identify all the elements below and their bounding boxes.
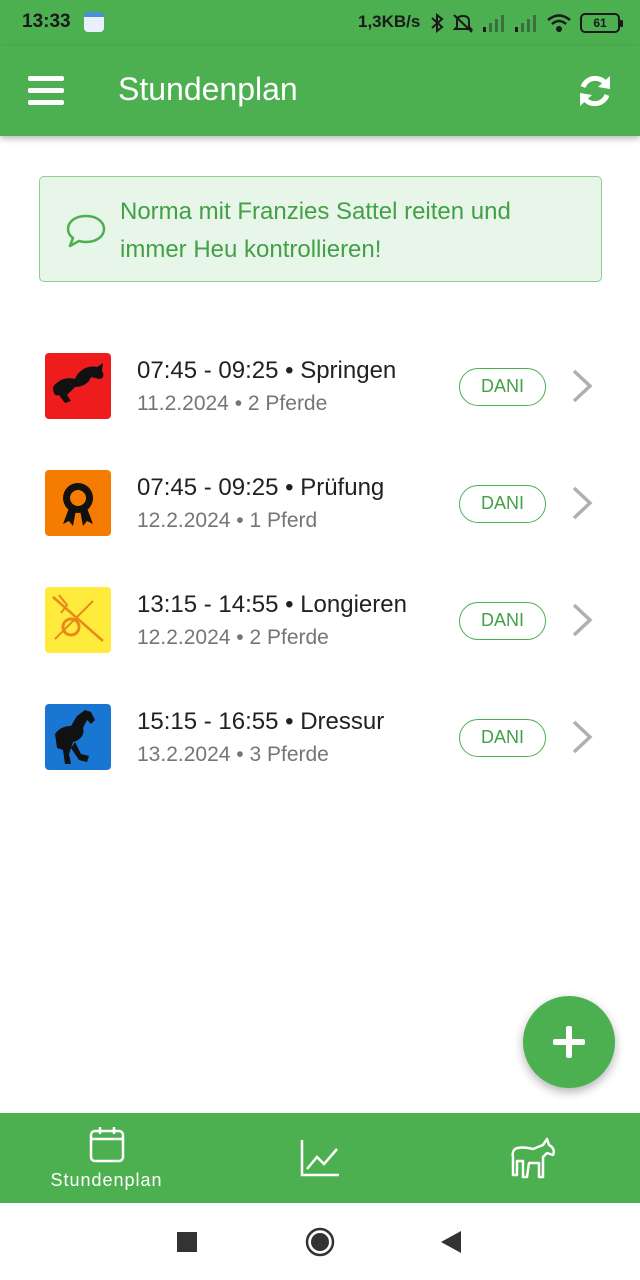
battery-icon: 61	[580, 13, 623, 33]
lesson-horses: 1 Pferd	[249, 509, 318, 532]
lesson-date: 11.2.2024	[137, 392, 229, 415]
app-bar: Stundenplan	[0, 46, 640, 136]
refresh-icon[interactable]	[576, 72, 614, 110]
lesson-discipline: Prüfung	[300, 474, 385, 501]
chat-bubble-icon	[66, 214, 106, 248]
lesson-discipline: Springen	[300, 357, 397, 384]
chevron-right-icon	[572, 603, 593, 637]
separator: •	[278, 474, 301, 501]
trainer-chip[interactable]: DANI	[459, 719, 546, 757]
signal-icon	[515, 15, 536, 32]
nav-horses[interactable]	[426, 1113, 639, 1203]
lesson-subtitle: 12.2.2024 • 2 Pferde	[137, 626, 329, 650]
lesson-date: 12.2.2024	[137, 509, 231, 532]
wifi-icon	[547, 14, 571, 32]
lesson-subtitle: 11.2.2024 • 2 Pferde	[137, 392, 327, 416]
lesson-subtitle: 13.2.2024 • 3 Pferde	[137, 743, 329, 767]
calendar-icon	[89, 1127, 124, 1163]
separator: •	[278, 708, 301, 735]
bottom-navigation: Stundenplan	[0, 1113, 640, 1203]
lesson-discipline: Dressur	[300, 708, 385, 735]
bluetooth-icon	[431, 13, 444, 33]
trainer-chip[interactable]: DANI	[459, 602, 546, 640]
separator: •	[230, 509, 250, 532]
chevron-right-icon	[572, 369, 593, 403]
jumping-horse-icon	[45, 353, 111, 419]
trainer-chip[interactable]: DANI	[459, 368, 546, 406]
lesson-horses: 2 Pferde	[247, 392, 328, 415]
page-title: Stundenplan	[118, 71, 298, 107]
lesson-discipline: Longieren	[300, 591, 407, 618]
dressage-horse-icon	[45, 704, 111, 770]
home-circle-icon[interactable]	[305, 1227, 335, 1257]
lesson-row[interactable]: 07:45 - 09:25 • Prüfung 12.2.2024 • 1 Pf…	[0, 447, 640, 564]
separator: •	[230, 626, 250, 649]
lesson-time: 07:45 - 09:25	[137, 357, 279, 384]
lesson-row[interactable]: 15:15 - 16:55 • Dressur 13.2.2024 • 3 Pf…	[0, 681, 640, 798]
lesson-title: 07:45 - 09:25 • Springen	[137, 357, 396, 385]
system-navigation	[0, 1203, 640, 1280]
status-icons: 61	[430, 10, 623, 36]
lesson-date: 12.2.2024	[137, 626, 231, 649]
plus-icon	[553, 1026, 585, 1058]
status-time: 13:33	[22, 11, 71, 32]
lesson-date: 13.2.2024	[137, 743, 231, 766]
rosette-icon	[45, 470, 111, 536]
mute-icon	[452, 14, 474, 33]
separator: •	[228, 392, 248, 415]
lesson-row[interactable]: 13:15 - 14:55 • Longieren 12.2.2024 • 2 …	[0, 564, 640, 681]
lesson-horses: 2 Pferde	[249, 626, 329, 649]
separator: •	[278, 591, 301, 618]
recents-square-icon[interactable]	[177, 1232, 197, 1252]
signal-icon	[483, 15, 504, 32]
lesson-time: 07:45 - 09:25	[137, 474, 279, 501]
lesson-list: 07:45 - 09:25 • Springen 11.2.2024 • 2 P…	[0, 330, 640, 798]
lesson-row[interactable]: 07:45 - 09:25 • Springen 11.2.2024 • 2 P…	[0, 330, 640, 447]
add-lesson-button[interactable]	[523, 996, 615, 1088]
lesson-subtitle: 12.2.2024 • 1 Pferd	[137, 509, 317, 533]
chevron-right-icon	[572, 486, 593, 520]
notice-text: Norma mit Franzies Sattel reiten und imm…	[120, 198, 511, 263]
calendar-icon	[84, 12, 104, 32]
lesson-title: 13:15 - 14:55 • Longieren	[137, 591, 407, 619]
lesson-time: 15:15 - 16:55	[137, 708, 279, 735]
menu-icon[interactable]	[28, 76, 64, 106]
nav-statistics[interactable]	[213, 1113, 426, 1203]
back-triangle-icon[interactable]	[441, 1231, 461, 1253]
nav-stundenplan[interactable]: Stundenplan	[0, 1113, 213, 1203]
status-bar: 13:33 1,3KB/s 61	[0, 0, 640, 46]
separator: •	[230, 743, 250, 766]
nav-label: Stundenplan	[50, 1170, 163, 1190]
horse-icon	[510, 1137, 555, 1179]
network-speed: 1,3KB/s	[358, 12, 421, 31]
notice-banner: Norma mit Franzies Sattel reiten und imm…	[39, 176, 602, 282]
trainer-chip[interactable]: DANI	[459, 485, 546, 523]
separator: •	[278, 357, 301, 384]
chevron-right-icon	[572, 720, 593, 754]
lesson-title: 07:45 - 09:25 • Prüfung	[137, 474, 384, 502]
lunge-line-icon	[45, 587, 111, 653]
lesson-title: 15:15 - 16:55 • Dressur	[137, 708, 384, 736]
chart-icon	[300, 1140, 339, 1177]
lesson-horses: 3 Pferde	[249, 743, 329, 766]
lesson-time: 13:15 - 14:55	[137, 591, 279, 618]
